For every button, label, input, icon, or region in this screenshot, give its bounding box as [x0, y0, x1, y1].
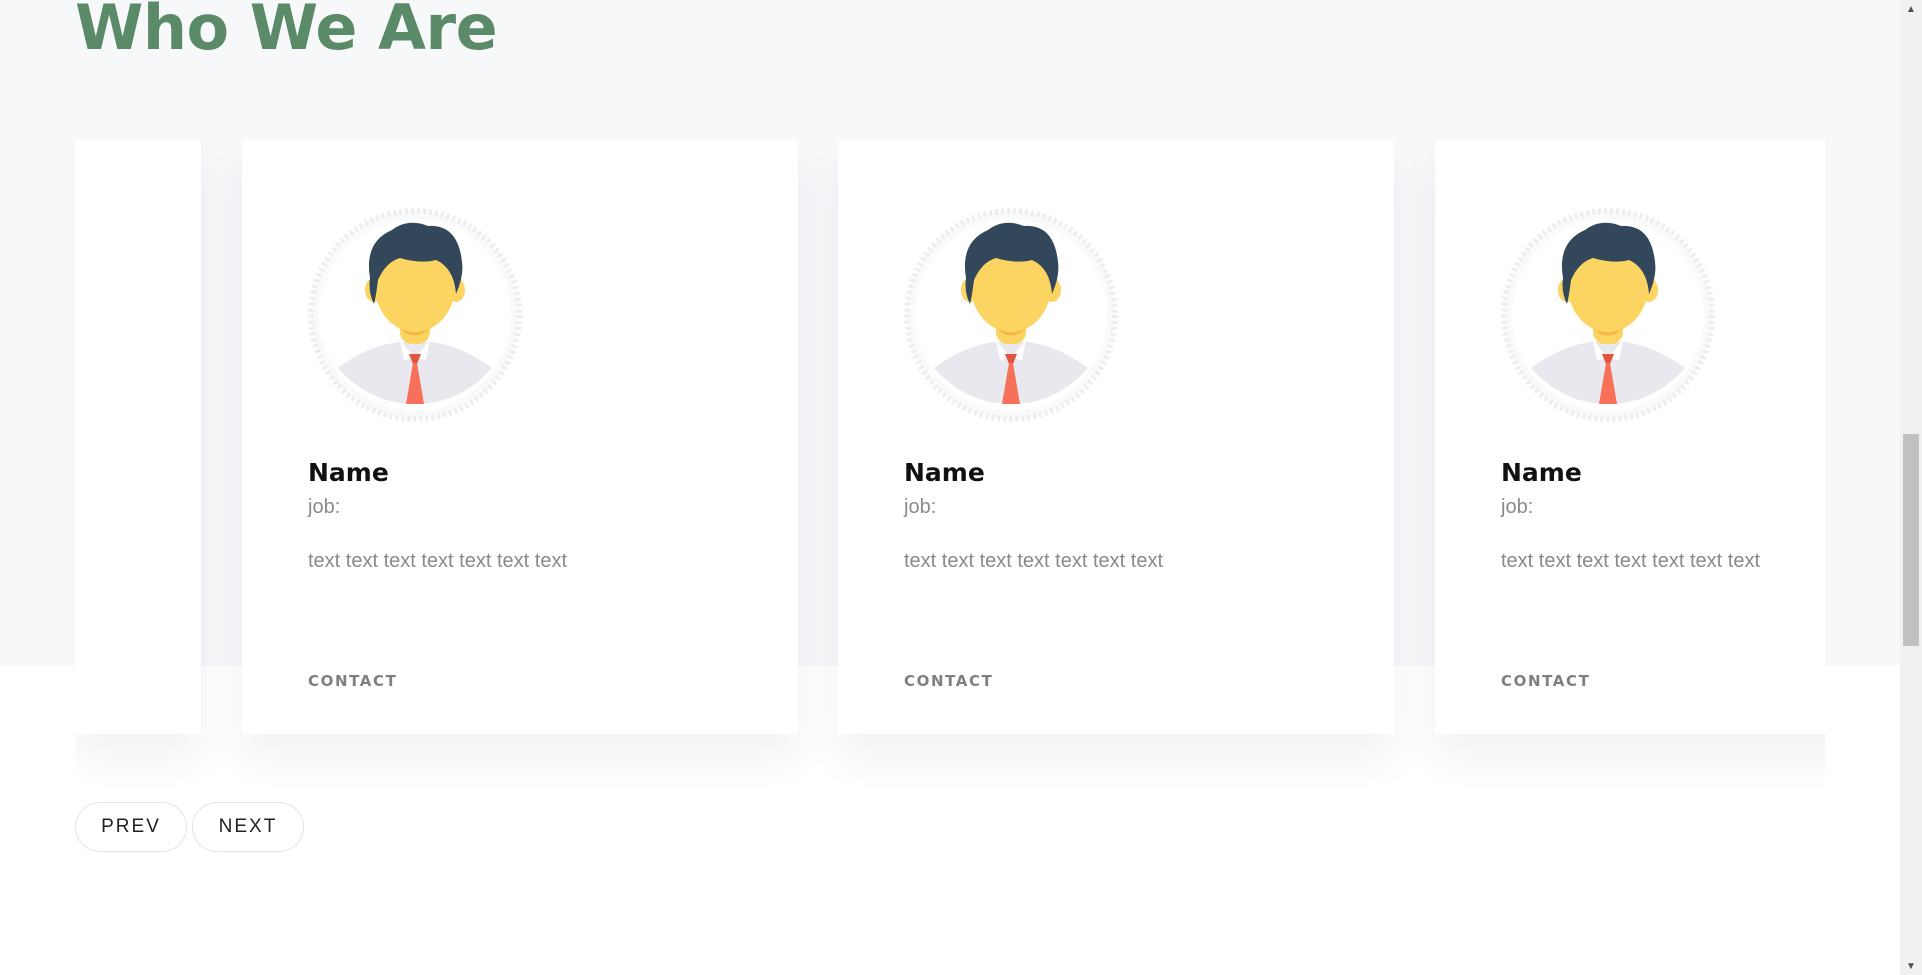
- team-carousel: Name job: text text text text text text …: [75, 140, 1825, 800]
- person-avatar-icon: [904, 208, 1118, 422]
- member-name: Name: [1501, 458, 1582, 487]
- member-bio: text text text text text text text: [308, 550, 567, 572]
- member-name: Name: [308, 458, 389, 487]
- contact-link[interactable]: CONTACT: [308, 672, 397, 690]
- team-card-partial: [75, 140, 201, 734]
- member-bio: text text text text text text text: [1501, 550, 1760, 572]
- scroll-up-arrow-icon[interactable]: ▲: [1900, 0, 1922, 18]
- member-job: job:: [308, 496, 341, 518]
- page-title: Who We Are: [75, 0, 498, 64]
- member-name: Name: [904, 458, 985, 487]
- person-avatar-icon: [308, 208, 522, 422]
- person-avatar-icon: [1501, 208, 1715, 422]
- team-card: Name job: text text text text text text …: [242, 140, 798, 734]
- member-job: job:: [1501, 496, 1534, 518]
- member-bio: text text text text text text text: [904, 550, 1163, 572]
- next-button[interactable]: NEXT: [192, 802, 304, 852]
- team-card: Name job: text text text text text text …: [838, 140, 1394, 734]
- scrollbar-thumb[interactable]: [1903, 434, 1919, 646]
- contact-link[interactable]: CONTACT: [1501, 672, 1590, 690]
- contact-link[interactable]: CONTACT: [904, 672, 993, 690]
- member-job: job:: [904, 496, 937, 518]
- scroll-down-arrow-icon[interactable]: ▼: [1900, 957, 1922, 975]
- prev-button[interactable]: PREV: [75, 802, 187, 852]
- vertical-scrollbar[interactable]: ▲ ▼: [1900, 0, 1922, 975]
- team-card: Name job: text text text text text text …: [1435, 140, 1825, 734]
